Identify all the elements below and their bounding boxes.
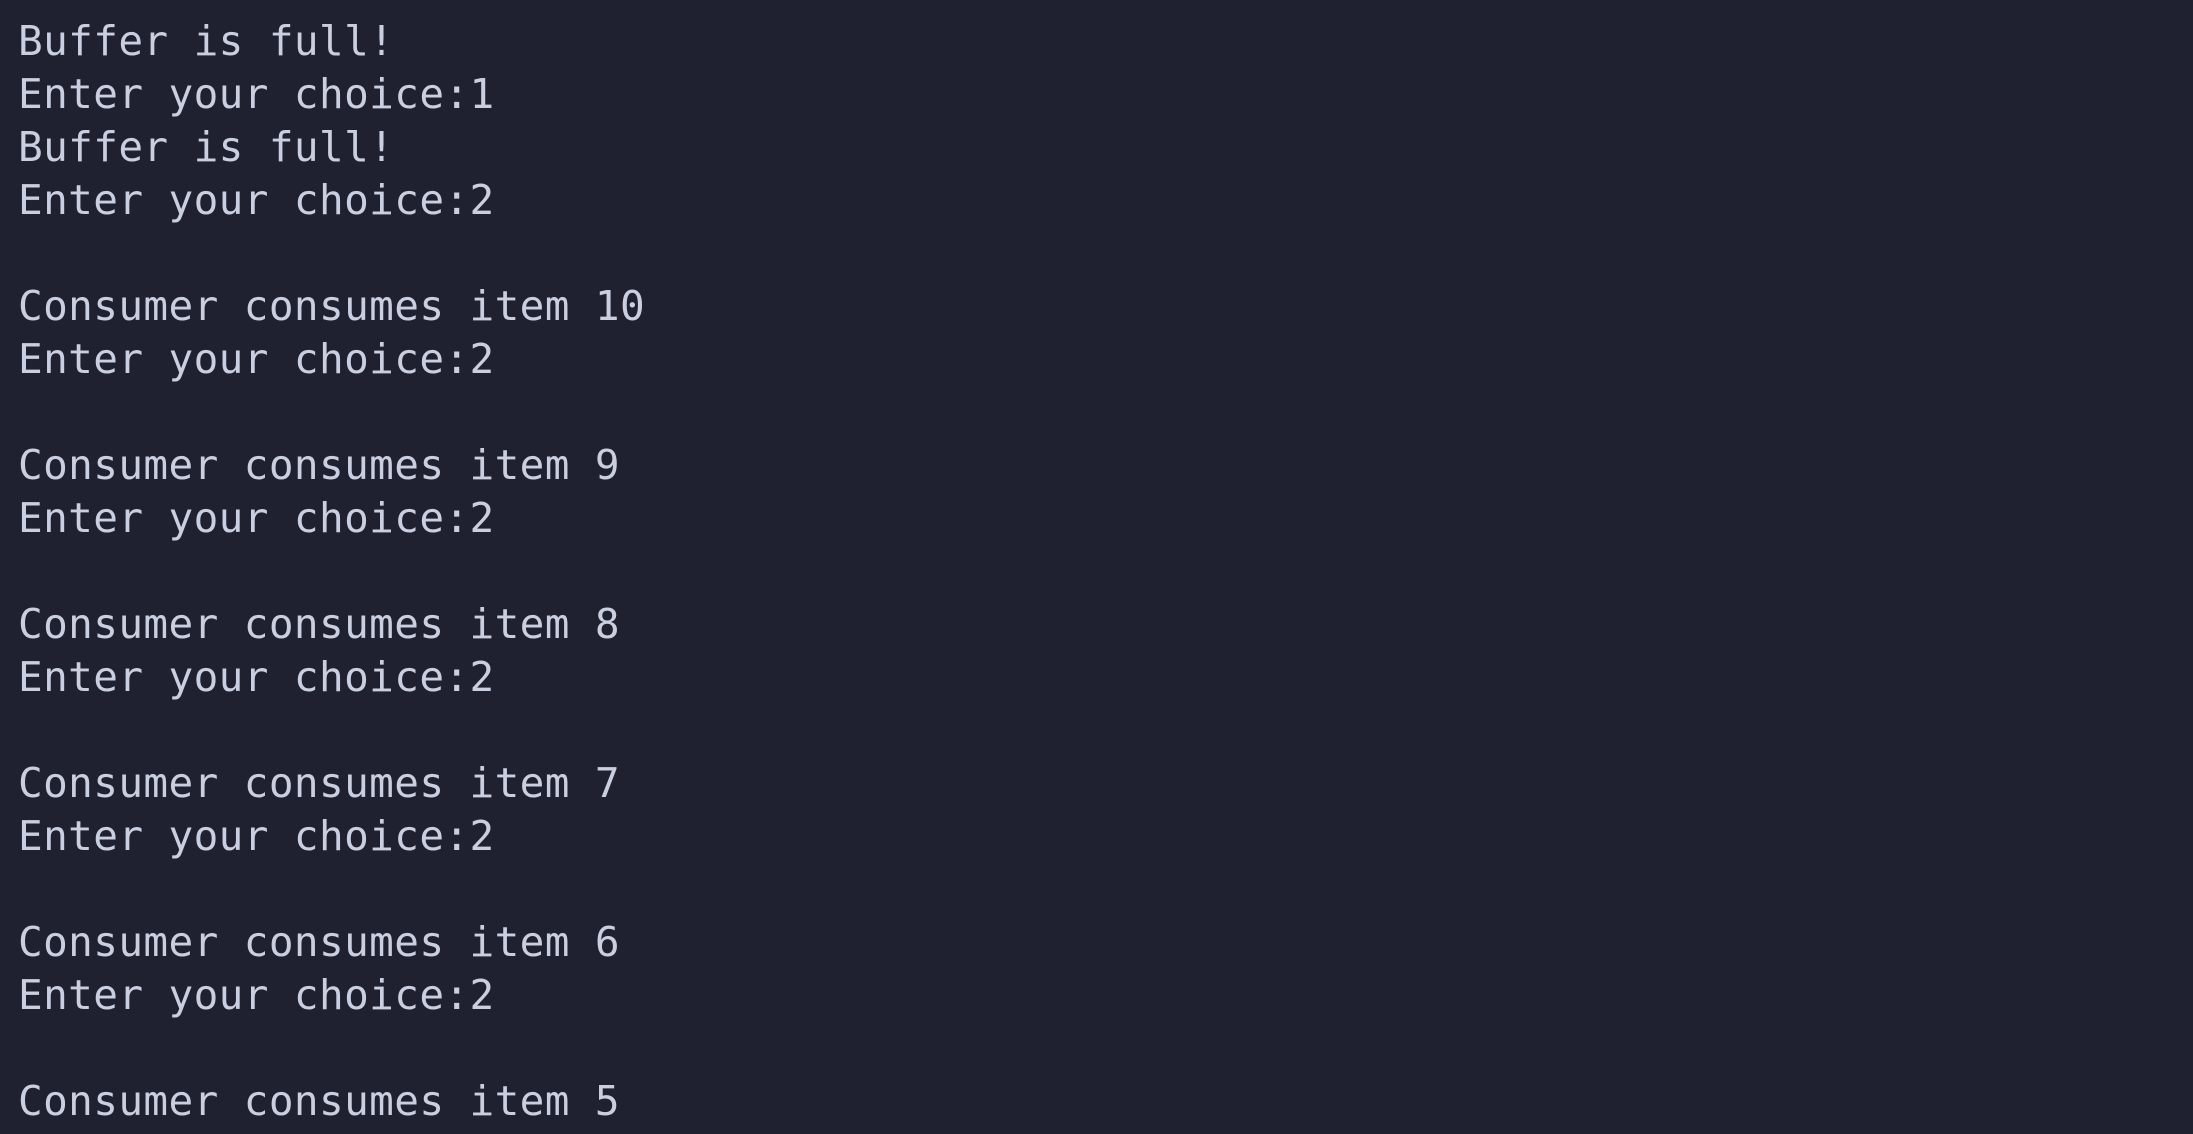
terminal-output[interactable]: Buffer is full! Enter your choice:1 Buff…: [0, 0, 2193, 1134]
terminal-line: Buffer is full!: [18, 17, 395, 65]
terminal-line: Consumer consumes item 10: [18, 282, 646, 330]
terminal-line: Enter your choice:1: [18, 70, 495, 118]
terminal-line: Enter your choice:2: [18, 653, 495, 701]
terminal-line: Enter your choice:2: [18, 971, 495, 1019]
terminal-line: Buffer is full!: [18, 123, 395, 171]
terminal-line: Enter your choice:2: [18, 812, 495, 860]
terminal-line: Consumer consumes item 6: [18, 918, 621, 966]
terminal-line: Enter your choice:2: [18, 335, 495, 383]
terminal-line: Enter your choice:2: [18, 176, 495, 224]
terminal-line: Enter your choice:2: [18, 494, 495, 542]
terminal-line: Consumer consumes item 8: [18, 600, 621, 648]
terminal-line: Consumer consumes item 9: [18, 441, 621, 489]
terminal-line: Consumer consumes item 5: [18, 1077, 621, 1125]
terminal-line: Consumer consumes item 7: [18, 759, 621, 807]
